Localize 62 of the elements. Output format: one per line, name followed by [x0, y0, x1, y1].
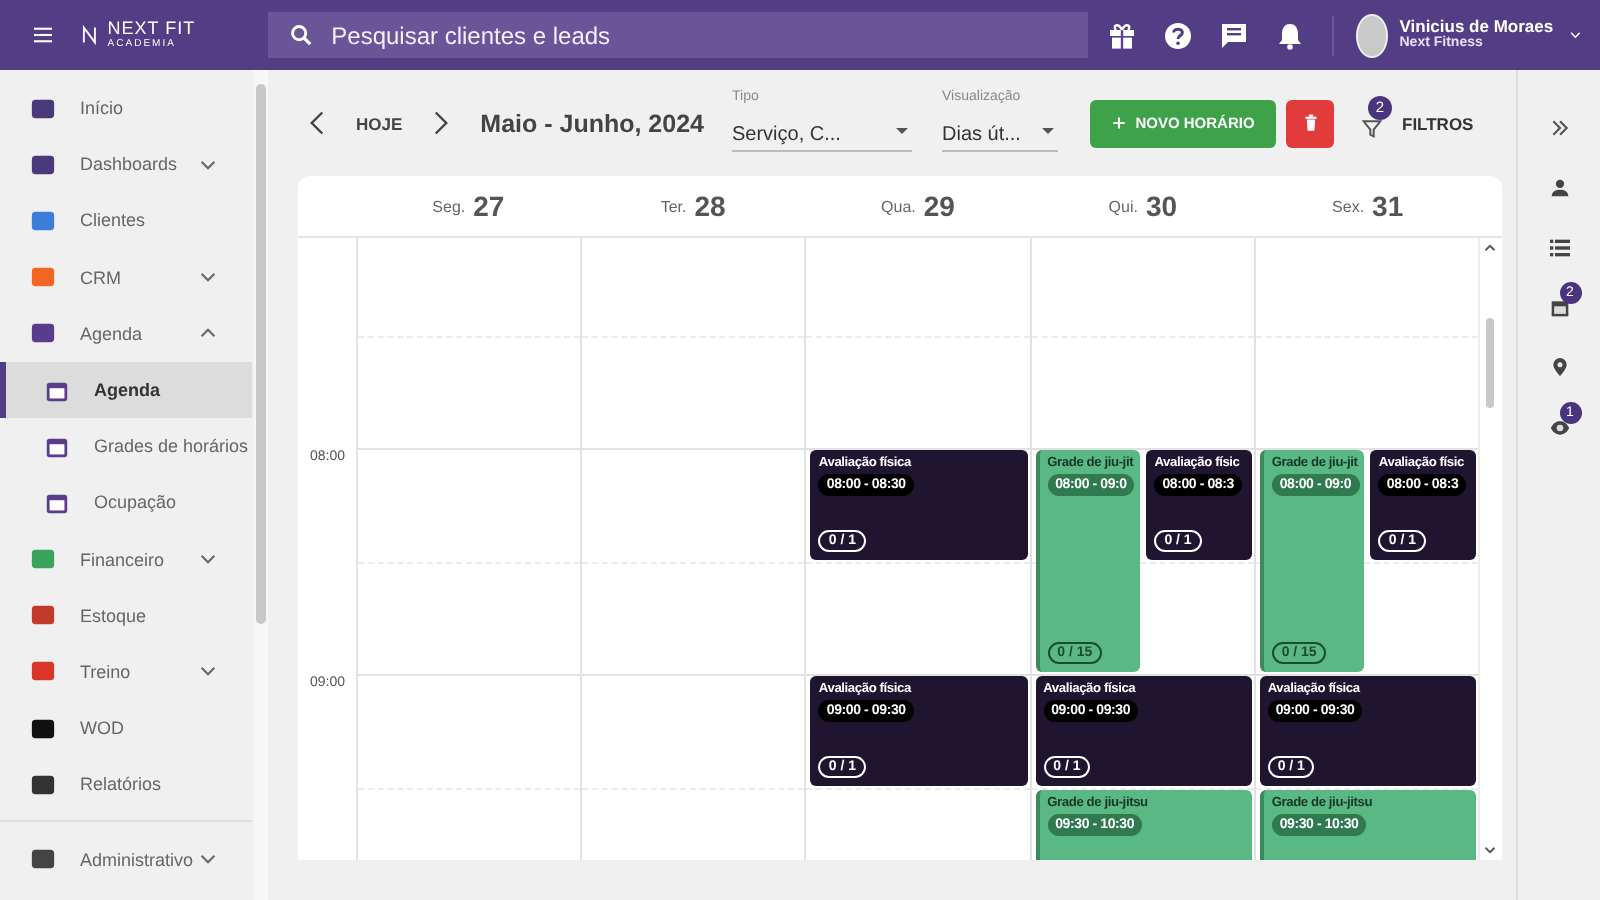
menu-icon[interactable] [34, 24, 53, 46]
trash-icon [1303, 114, 1317, 132]
sidebar-item[interactable]: Financeiro [0, 531, 252, 588]
filter-icon[interactable] [1362, 117, 1382, 137]
gift-icon[interactable] [1107, 21, 1136, 49]
search-icon [289, 24, 312, 46]
sidebar-subitem[interactable]: Ocupação [0, 474, 252, 531]
person-icon[interactable] [1549, 178, 1569, 198]
sidebar-item[interactable]: CRM [0, 249, 252, 306]
chevron-down-icon [200, 854, 216, 865]
plus-icon [1111, 116, 1126, 130]
user-name: Vinicius de Moraes [1399, 17, 1554, 36]
chevron-right-icon[interactable] [434, 110, 449, 136]
sidebar-subitem[interactable]: Grades de horários [0, 418, 252, 475]
filters-button[interactable]: FILTROS [1402, 113, 1474, 133]
sidebar-item[interactable]: Clientes [0, 192, 252, 250]
day-number: 28 [694, 190, 726, 222]
chevron-down-icon [200, 159, 216, 170]
chat-icon[interactable] [1219, 21, 1248, 49]
chevron-up-icon [200, 328, 216, 339]
caret-icon [896, 127, 908, 133]
sidebar-item[interactable]: Início [0, 80, 252, 137]
today-button[interactable]: HOJE [344, 105, 415, 141]
date-range-title: Maio - Junho, 2024 [480, 109, 704, 137]
scroll-up-icon[interactable] [1484, 244, 1497, 252]
double-chevron-icon[interactable] [1549, 118, 1569, 138]
weekday-label: Sex. [1332, 197, 1365, 215]
sidebar-item[interactable]: Agenda [0, 305, 252, 362]
sidebar-subitem[interactable]: Agenda [0, 361, 252, 419]
sidebar-item[interactable]: Dashboards [0, 136, 252, 193]
sidebar-item[interactable]: WOD [0, 700, 252, 757]
day-number: 27 [473, 190, 505, 222]
delete-button[interactable] [1286, 99, 1334, 147]
weekday-label: Ter. [660, 197, 687, 215]
chevron-down-icon [200, 272, 216, 283]
help-icon[interactable] [1163, 21, 1192, 49]
bell-icon[interactable] [1275, 21, 1304, 49]
weekday-label: Seg. [432, 197, 466, 215]
day-number: 29 [923, 190, 955, 222]
search-field[interactable]: Pesquisar clientes e leads [267, 12, 1088, 58]
eye-icon[interactable] [1549, 418, 1569, 438]
weekday-label: Qui. [1108, 197, 1138, 215]
scrollbar[interactable] [254, 70, 268, 900]
chevron-down-icon [200, 666, 216, 677]
scroll-down-icon[interactable] [1484, 846, 1497, 854]
avatar[interactable] [1356, 13, 1388, 57]
calendar-icon[interactable] [1549, 298, 1569, 318]
location-pin-icon[interactable] [1549, 358, 1569, 378]
chevron-down-icon [200, 554, 216, 565]
list-icon[interactable] [1549, 238, 1569, 258]
sidebar-item[interactable]: Treino [0, 643, 252, 701]
logo-name: NEXT FIT [107, 20, 196, 38]
logo-icon [82, 20, 98, 50]
day-number: 31 [1372, 190, 1404, 222]
chevron-down-icon[interactable] [1569, 30, 1580, 40]
sidebar-item[interactable]: Estoque [0, 587, 252, 644]
sidebar-item[interactable]: Administrativo [0, 830, 252, 888]
chevron-left-icon[interactable] [310, 110, 324, 136]
day-number: 30 [1145, 190, 1178, 222]
caret-icon [1042, 127, 1054, 133]
weekday-label: Qua. [881, 197, 916, 215]
sidebar-item[interactable]: Relatórios [0, 756, 252, 813]
